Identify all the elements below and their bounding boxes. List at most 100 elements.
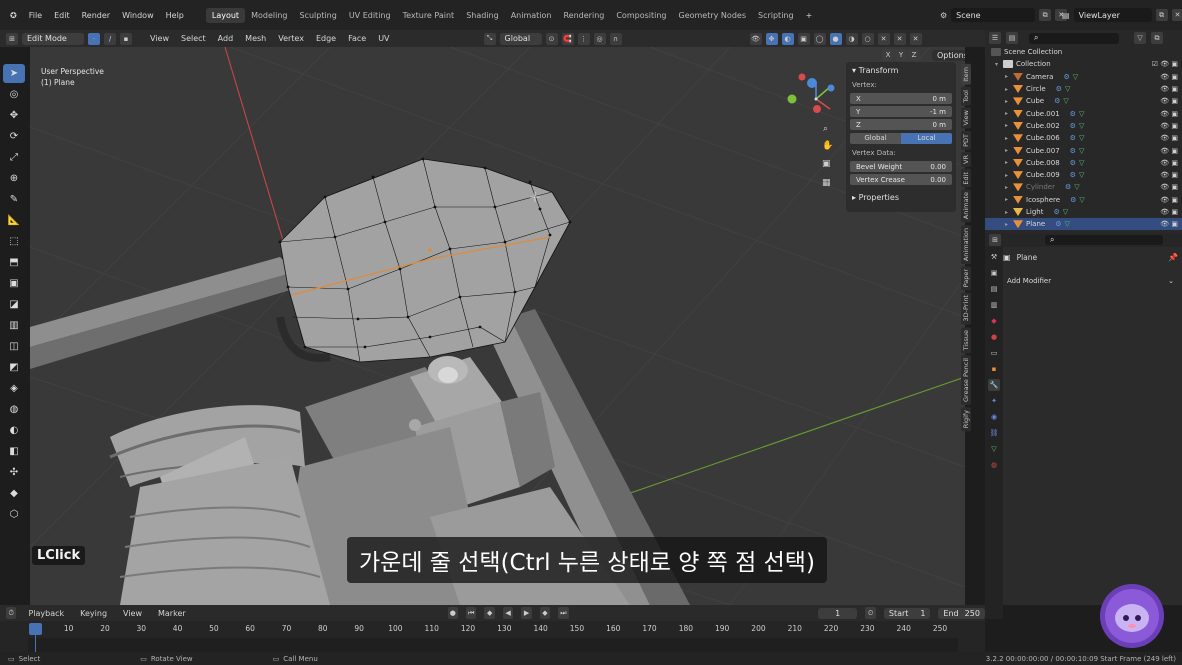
mode-dropdown[interactable]: Edit Mode <box>22 32 84 45</box>
menu-keying[interactable]: Keying <box>76 608 111 619</box>
expand-icon[interactable]: ▸ <box>1005 122 1013 129</box>
scale-tool-icon[interactable]: ⤢ <box>3 148 25 167</box>
visibility-toggles[interactable]: 👁 ▣ <box>1160 183 1178 191</box>
display-mode-icon[interactable]: ▤ <box>1006 32 1018 44</box>
outliner-item-cube-002[interactable]: ▸ Cube.002 ⚙ ▽ 👁 ▣ <box>985 120 1182 132</box>
menu-view[interactable]: View <box>146 33 173 44</box>
jump-start-icon[interactable]: ⏮ <box>466 607 477 619</box>
tab-edit[interactable]: Edit <box>961 168 971 188</box>
menu-edit[interactable]: Edit <box>48 11 76 20</box>
object-props-icon[interactable]: ▪ <box>988 363 1000 375</box>
bevel-tool-icon[interactable]: ◪ <box>3 295 25 314</box>
vertex-select-icon[interactable]: · <box>88 32 100 45</box>
face-select-icon[interactable]: ▪ <box>120 32 132 45</box>
outliner-item-cylinder[interactable]: ▸ Cylinder ⚙ ▽ 👁 ▣ <box>985 181 1182 193</box>
navigation-gizmo[interactable] <box>787 73 835 114</box>
tab-item[interactable]: Item <box>961 64 971 85</box>
start-frame-field[interactable]: Start 1 <box>883 607 931 619</box>
tab-view[interactable]: View <box>961 107 971 129</box>
menu-add[interactable]: Add <box>214 33 238 44</box>
outliner-search-input[interactable]: ⌕ <box>1029 32 1119 44</box>
end-frame-field[interactable]: End 250 <box>938 607 985 619</box>
shear-tool-icon[interactable]: ✣ <box>3 463 25 482</box>
visibility-toggles[interactable]: 👁 ▣ <box>1160 159 1178 167</box>
add-cube-tool-icon[interactable]: ⬚ <box>3 232 25 251</box>
tab-modeling[interactable]: Modeling <box>245 8 293 23</box>
expand-icon[interactable]: ▸ <box>1005 73 1013 80</box>
visibility-toggles[interactable]: 👁 ▣ <box>1160 85 1178 93</box>
collection-props-icon[interactable]: ▭ <box>988 347 1000 359</box>
timeline-editor-icon[interactable]: ⏱ <box>6 607 17 619</box>
filter-icon[interactable]: ▽ <box>1134 32 1146 44</box>
frame-ruler[interactable]: 1102030405060708090100110120130140150160… <box>28 623 958 637</box>
view-controls[interactable]: ⌕ ✋ ▣ ▦ <box>822 124 833 188</box>
view-layer-props-icon[interactable]: ▥ <box>988 299 1000 311</box>
visibility-toggles[interactable]: 👁 ▣ <box>1160 196 1178 204</box>
add-modifier-dropdown[interactable]: Add Modifier ⌄ <box>1003 275 1178 287</box>
wireframe-shading-icon[interactable]: ◯ <box>813 32 826 45</box>
outliner-item-cube-006[interactable]: ▸ Cube.006 ⚙ ▽ 👁 ▣ <box>985 132 1182 144</box>
playhead[interactable] <box>29 623 42 635</box>
output-props-icon[interactable]: ▤ <box>988 283 1000 295</box>
visibility-toggles[interactable]: 👁 ▣ <box>1160 171 1178 179</box>
material-props-icon[interactable]: ◍ <box>988 459 1000 471</box>
add-workspace-icon[interactable]: + <box>800 11 819 20</box>
collection-expand-icon[interactable]: ▾ <box>995 61 1003 68</box>
toggle-icon-2[interactable]: ✕ <box>893 32 906 45</box>
bevel-weight-field[interactable]: Bevel Weight 0.00 <box>850 161 952 172</box>
new-scene-icon[interactable]: ⧉ <box>1039 9 1052 21</box>
visibility-toggles[interactable]: 👁 ▣ <box>1160 73 1178 81</box>
outliner-item-cube-007[interactable]: ▸ Cube.007 ⚙ ▽ 👁 ▣ <box>985 144 1182 156</box>
visibility-toggles[interactable]: 👁 ▣ <box>1160 147 1178 155</box>
editor-type-icon[interactable]: ⊞ <box>6 32 18 45</box>
tab-tool[interactable]: Tool <box>961 86 971 106</box>
outliner-item-light[interactable]: ▸ Light ⚙ ▽ 👁 ▣ <box>985 206 1182 218</box>
world-props-icon[interactable]: ● <box>988 331 1000 343</box>
tab-rendering[interactable]: Rendering <box>557 8 610 23</box>
tab-uv-editing[interactable]: UV Editing <box>343 8 397 23</box>
scene-collection-row[interactable]: Scene Collection <box>985 46 1182 58</box>
snap-target-icon[interactable]: ⋮ <box>577 32 590 45</box>
tool-props-icon[interactable]: ⚒ <box>988 251 1000 263</box>
tab-animation[interactable]: Animation <box>505 8 558 23</box>
rotate-tool-icon[interactable]: ⟳ <box>3 127 25 146</box>
clock-icon[interactable]: ⏲ <box>865 607 876 619</box>
falloff-icon[interactable]: ∩ <box>609 32 622 45</box>
menu-render[interactable]: Render <box>76 11 116 20</box>
play-icon[interactable]: ▶ <box>521 607 532 619</box>
outliner-item-cube-008[interactable]: ▸ Cube.008 ⚙ ▽ 👁 ▣ <box>985 157 1182 169</box>
pivot-icon[interactable]: ⊙ <box>545 32 558 45</box>
vertex-x-field[interactable]: X 0 m <box>850 93 952 104</box>
properties-section[interactable]: ▸ Properties <box>846 189 956 206</box>
expand-icon[interactable]: ▸ <box>1005 135 1013 142</box>
tab-geometry-nodes[interactable]: Geometry Nodes <box>673 8 752 23</box>
transform-section[interactable]: ▾ Transform <box>846 62 956 79</box>
render-props-icon[interactable]: ▣ <box>988 267 1000 279</box>
overlay-icon[interactable]: ◐ <box>781 32 794 45</box>
new-collection-icon[interactable]: ⧉ <box>1151 32 1163 44</box>
tab-layout[interactable]: Layout <box>205 7 246 23</box>
outliner-editor-icon[interactable]: ☰ <box>989 32 1001 44</box>
outliner-item-circle[interactable]: ▸ Circle ⚙ ▽ 👁 ▣ <box>985 83 1182 95</box>
outliner-item-icosphere[interactable]: ▸ Icosphere ⚙ ▽ 👁 ▣ <box>985 194 1182 206</box>
tab-vr[interactable]: VR <box>961 151 971 167</box>
tab-compositing[interactable]: Compositing <box>610 8 672 23</box>
menu-timeline-view[interactable]: View <box>119 608 146 619</box>
menu-face[interactable]: Face <box>344 33 370 44</box>
mirror-z[interactable]: Z <box>908 49 920 61</box>
menu-playback[interactable]: Playback <box>24 608 68 619</box>
tab-shading[interactable]: Shading <box>460 8 505 23</box>
particles-props-icon[interactable]: ✦ <box>988 395 1000 407</box>
expand-icon[interactable]: ▸ <box>1005 172 1013 179</box>
expand-icon[interactable]: ▸ <box>1005 209 1013 216</box>
tab-rigify[interactable]: Rigify <box>961 407 971 432</box>
loop-cut-tool-icon[interactable]: ▥ <box>3 316 25 335</box>
xray-icon[interactable]: ▣ <box>797 32 810 45</box>
data-props-icon[interactable]: ▽ <box>988 443 1000 455</box>
expand-icon[interactable]: ▸ <box>1005 86 1013 93</box>
menu-vertex[interactable]: Vertex <box>274 33 308 44</box>
properties-search-input[interactable]: ⌕ <box>1045 235 1163 245</box>
options-dropdown[interactable]: Options <box>932 50 965 61</box>
shrink-tool-icon[interactable]: ◧ <box>3 442 25 461</box>
tab-sculpting[interactable]: Sculpting <box>293 8 342 23</box>
